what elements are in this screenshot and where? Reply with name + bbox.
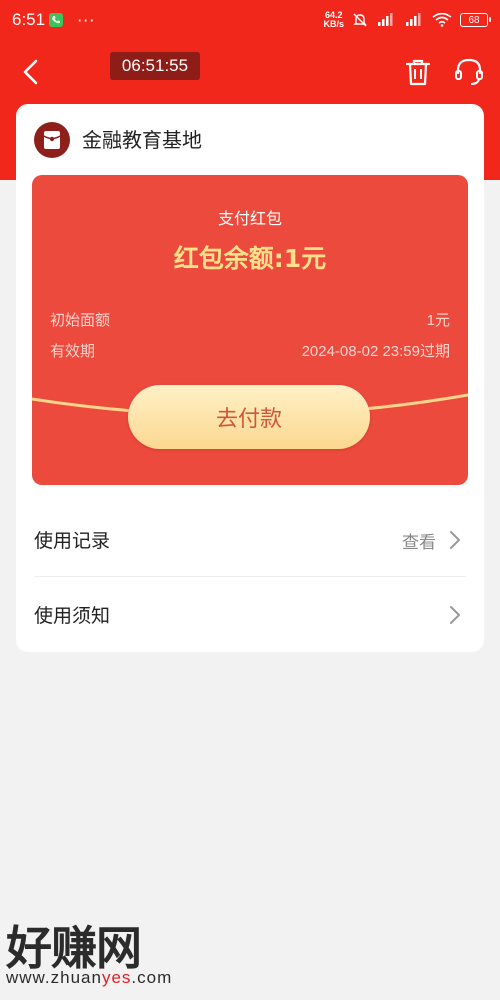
wifi-icon (432, 13, 452, 27)
usage-record-label: 使用记录 (34, 530, 111, 552)
back-button[interactable] (16, 56, 48, 88)
initial-amount-label: 初始面额 (50, 311, 111, 329)
red-packet-card: 金融教育基地 支付红包 红包余额:1元 初始面额 1元 有效期 2024-08-… (16, 104, 484, 652)
delete-button[interactable] (402, 56, 434, 88)
status-more-dots: ··· (77, 10, 96, 30)
pay-button[interactable]: 去付款 (128, 385, 370, 449)
trash-icon (405, 59, 431, 86)
merchant-name: 金融教育基地 (82, 128, 202, 152)
chevron-right-icon (450, 531, 460, 549)
chevron-left-icon (23, 59, 38, 85)
signal-icon-2 (404, 13, 424, 27)
nav-bar: 06:51:55 (0, 48, 500, 94)
red-envelope-icon (43, 131, 61, 149)
signal-icon (376, 13, 396, 27)
view-link[interactable]: 查看 (402, 528, 436, 553)
list-divider (34, 576, 466, 577)
status-bar: 6:51 ··· 64.2 KB/s 68 (0, 0, 500, 40)
clock-overlay: 06:51:55 (110, 52, 200, 80)
validity-value: 2024-08-02 23:59过期 (301, 343, 450, 360)
call-icon (49, 13, 64, 27)
silent-bell-icon (352, 12, 368, 28)
usage-notice-label: 使用须知 (34, 605, 111, 627)
battery-icon: 68 (460, 13, 491, 27)
usage-notice-row[interactable]: 使用须知 (16, 579, 484, 651)
network-speed: 64.2 KB/s (323, 10, 344, 29)
validity-label: 有效期 (50, 342, 96, 360)
status-time: 6:51 (12, 10, 46, 29)
coupon-title: 支付红包 (217, 209, 282, 228)
customer-service-button[interactable] (452, 56, 486, 88)
coupon-balance: 红包余额:1元 (173, 244, 327, 273)
coupon-panel: 支付红包 红包余额:1元 初始面额 1元 有效期 2024-08-02 23:5… (32, 175, 468, 485)
merchant-logo (34, 122, 70, 158)
usage-record-row[interactable]: 使用记录 查看 (16, 504, 484, 576)
initial-amount-value: 1元 (426, 312, 450, 329)
watermark-url: www.zhuanyes.com (6, 968, 173, 987)
chevron-right-icon (450, 606, 460, 624)
headset-icon (455, 58, 483, 85)
